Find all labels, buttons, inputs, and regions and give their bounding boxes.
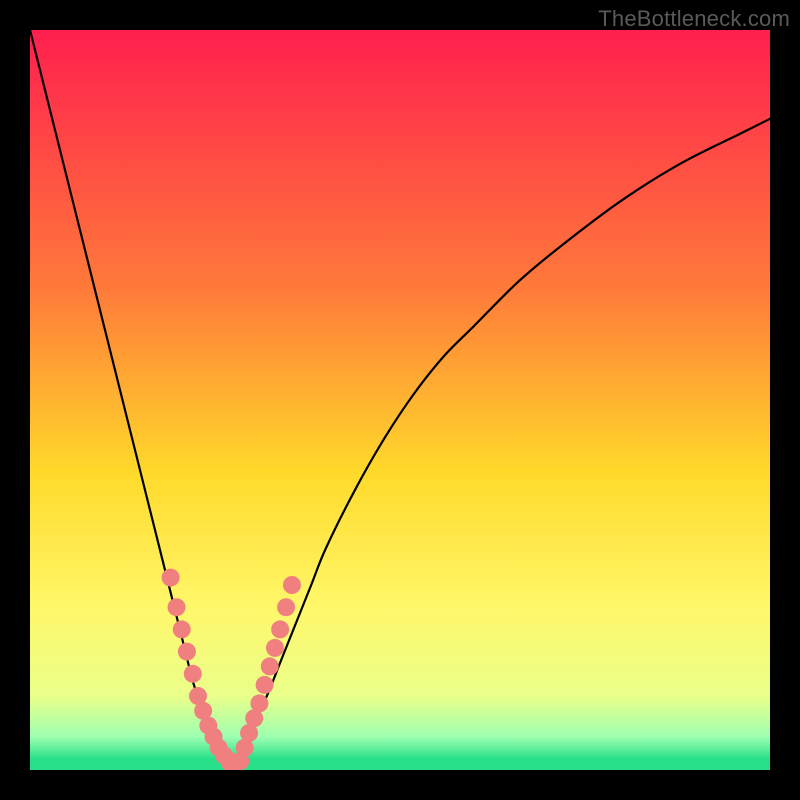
data-point	[162, 569, 180, 587]
data-point	[283, 576, 301, 594]
bottleneck-chart	[30, 30, 770, 770]
data-point	[168, 598, 186, 616]
data-point	[271, 620, 289, 638]
data-point	[184, 665, 202, 683]
data-point	[266, 639, 284, 657]
data-point	[173, 620, 191, 638]
data-point	[250, 694, 268, 712]
data-point	[178, 643, 196, 661]
data-point	[256, 676, 274, 694]
data-point	[277, 598, 295, 616]
data-point	[261, 657, 279, 675]
chart-background	[30, 30, 770, 770]
chart-frame	[30, 30, 770, 770]
watermark-text: TheBottleneck.com	[598, 6, 790, 32]
